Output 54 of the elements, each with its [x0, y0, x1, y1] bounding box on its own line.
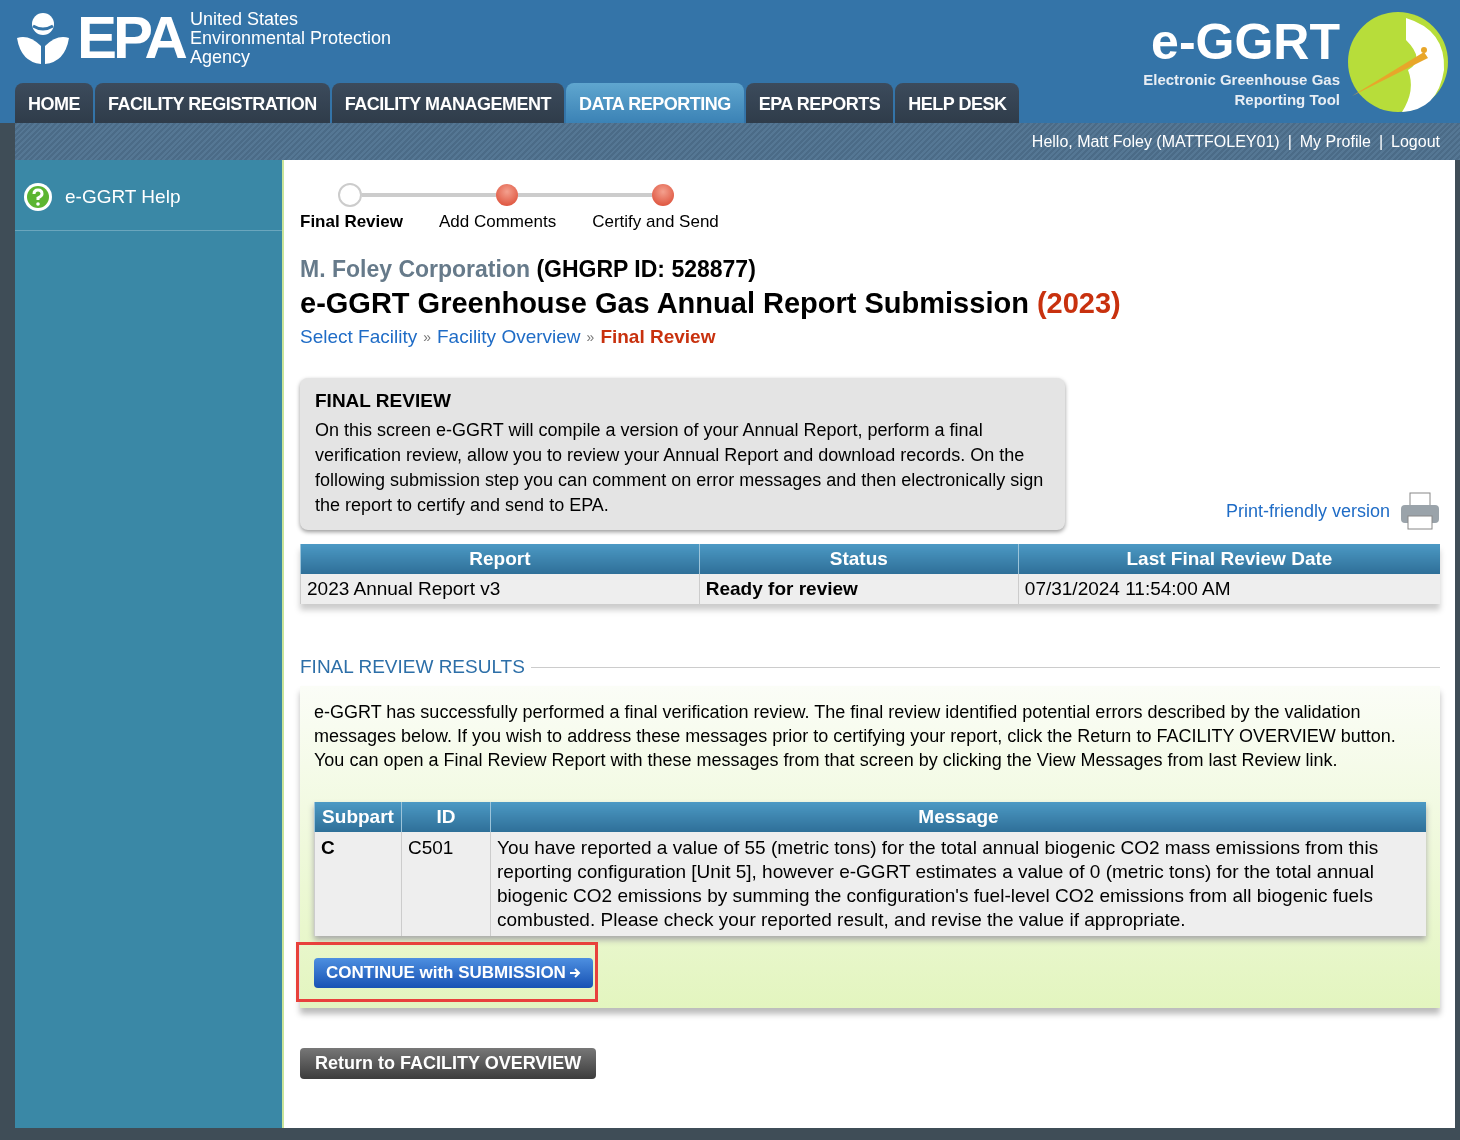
- epa-flower-icon: [15, 10, 71, 66]
- nav-tab[interactable]: EPA REPORTS: [745, 83, 894, 123]
- agency-name-line: United States: [189, 9, 299, 29]
- table-cell: Ready for review: [699, 574, 1019, 604]
- facility-id: (GHGRP ID: 528877): [536, 256, 756, 282]
- breadcrumb-link[interactable]: Final Review: [600, 326, 716, 348]
- breadcrumb-link[interactable]: Facility Overview: [437, 326, 581, 348]
- step-label: Certify and Send: [592, 212, 719, 232]
- step-label: Final Review: [300, 212, 403, 232]
- divider-text: |: [1287, 132, 1292, 151]
- column-header: ID: [401, 802, 491, 832]
- agency-name-line: Agency: [189, 47, 251, 67]
- column-header: Status: [699, 544, 1019, 574]
- nav-tab[interactable]: HELP DESK: [895, 83, 1020, 123]
- info-text: On this screen e-GGRT will compile a version of your Annual Report, perform a final verification review, allow you to review your Annual Report and download records. On the following submission step you can comment on error messages and then electronically sign the report to certify and send to EPA.: [315, 419, 1045, 517]
- nav-tab[interactable]: FACILITY REGISTRATION: [95, 83, 330, 123]
- page-title: e-GGRT Greenhouse Gas Annual Report Submission: [300, 287, 1029, 319]
- user-link[interactable]: My Profile: [1299, 132, 1371, 151]
- user-link[interactable]: Logout: [1391, 132, 1440, 151]
- return-button[interactable]: Return to FACILITY OVERVIEW: [300, 1048, 597, 1079]
- table-cell: 2023 Annual Report v3: [300, 574, 700, 604]
- app-subtitle-line: Electronic Greenhouse Gas: [1143, 69, 1340, 90]
- sidebar-item[interactable]: e-GGRT Help: [15, 160, 282, 231]
- app-logo-text: e-GGRT: [1151, 13, 1340, 70]
- table-cell: You have reported a value of 55 (metric tons) for the total annual biogenic CO2 mass emissions from this reporting configuration [Unit 5], however e-GGRT estimates a value of 0 (metric tons) for the total annual biogenic CO2 emissions by summing the configuration's fuel-level CO2 emissions from all biogenic fuels combusted. Please check your reported result, and revise the value if appropriate.: [490, 832, 1426, 936]
- help-icon: [23, 182, 53, 212]
- report-year: (2023): [1036, 287, 1121, 319]
- results-text: e-GGRT has successfully performed a final verification review. The final review identified potential errors described by the validation messages below. If you wish to address these messages prior to certifying your report, click the Return to FACILITY OVERVIEW button. You can open a Final Review Report with these messages from that screen by clicking the View Messages from last Review link.: [314, 701, 1397, 772]
- nav-tab[interactable]: FACILITY MANAGEMENT: [331, 83, 564, 123]
- breadcrumb-link[interactable]: Select Facility: [300, 326, 418, 348]
- step-label: Add Comments: [439, 212, 557, 232]
- agency-name-line: Environmental Protection: [189, 28, 392, 48]
- user-greeting: Hello, Matt Foley (MATTFOLEY01): [1031, 132, 1280, 151]
- column-header: Message: [490, 802, 1426, 832]
- epa-logo-text: EPA: [77, 8, 184, 68]
- printer-icon[interactable]: [1400, 492, 1440, 530]
- breadcrumb-separator: »: [423, 329, 431, 345]
- column-header: Subpart: [314, 802, 402, 832]
- info-title: FINAL REVIEW: [315, 390, 452, 412]
- continue-button[interactable]: CONTINUE with SUBMISSION: [314, 958, 593, 988]
- divider-text: |: [1378, 132, 1384, 151]
- table-cell: 07/31/2024 11:54:00 AM: [1018, 574, 1440, 604]
- print-link[interactable]: Print-friendly version: [1225, 500, 1390, 522]
- breadcrumb-separator: »: [586, 329, 595, 345]
- facility-name: M. Foley Corporation: [300, 256, 530, 282]
- app-subtitle-line: Reporting Tool: [1234, 89, 1340, 110]
- section-heading: FINAL REVIEW RESULTS: [300, 656, 525, 678]
- column-header: Last Final Review Date: [1018, 544, 1440, 574]
- table-cell: C: [314, 832, 402, 936]
- arrow-icon: [568, 967, 581, 979]
- nav-tab[interactable]: HOME: [15, 83, 93, 123]
- table-cell: C501: [401, 832, 491, 936]
- column-header: Report: [300, 544, 700, 574]
- nav-tab[interactable]: DATA REPORTING: [566, 83, 744, 123]
